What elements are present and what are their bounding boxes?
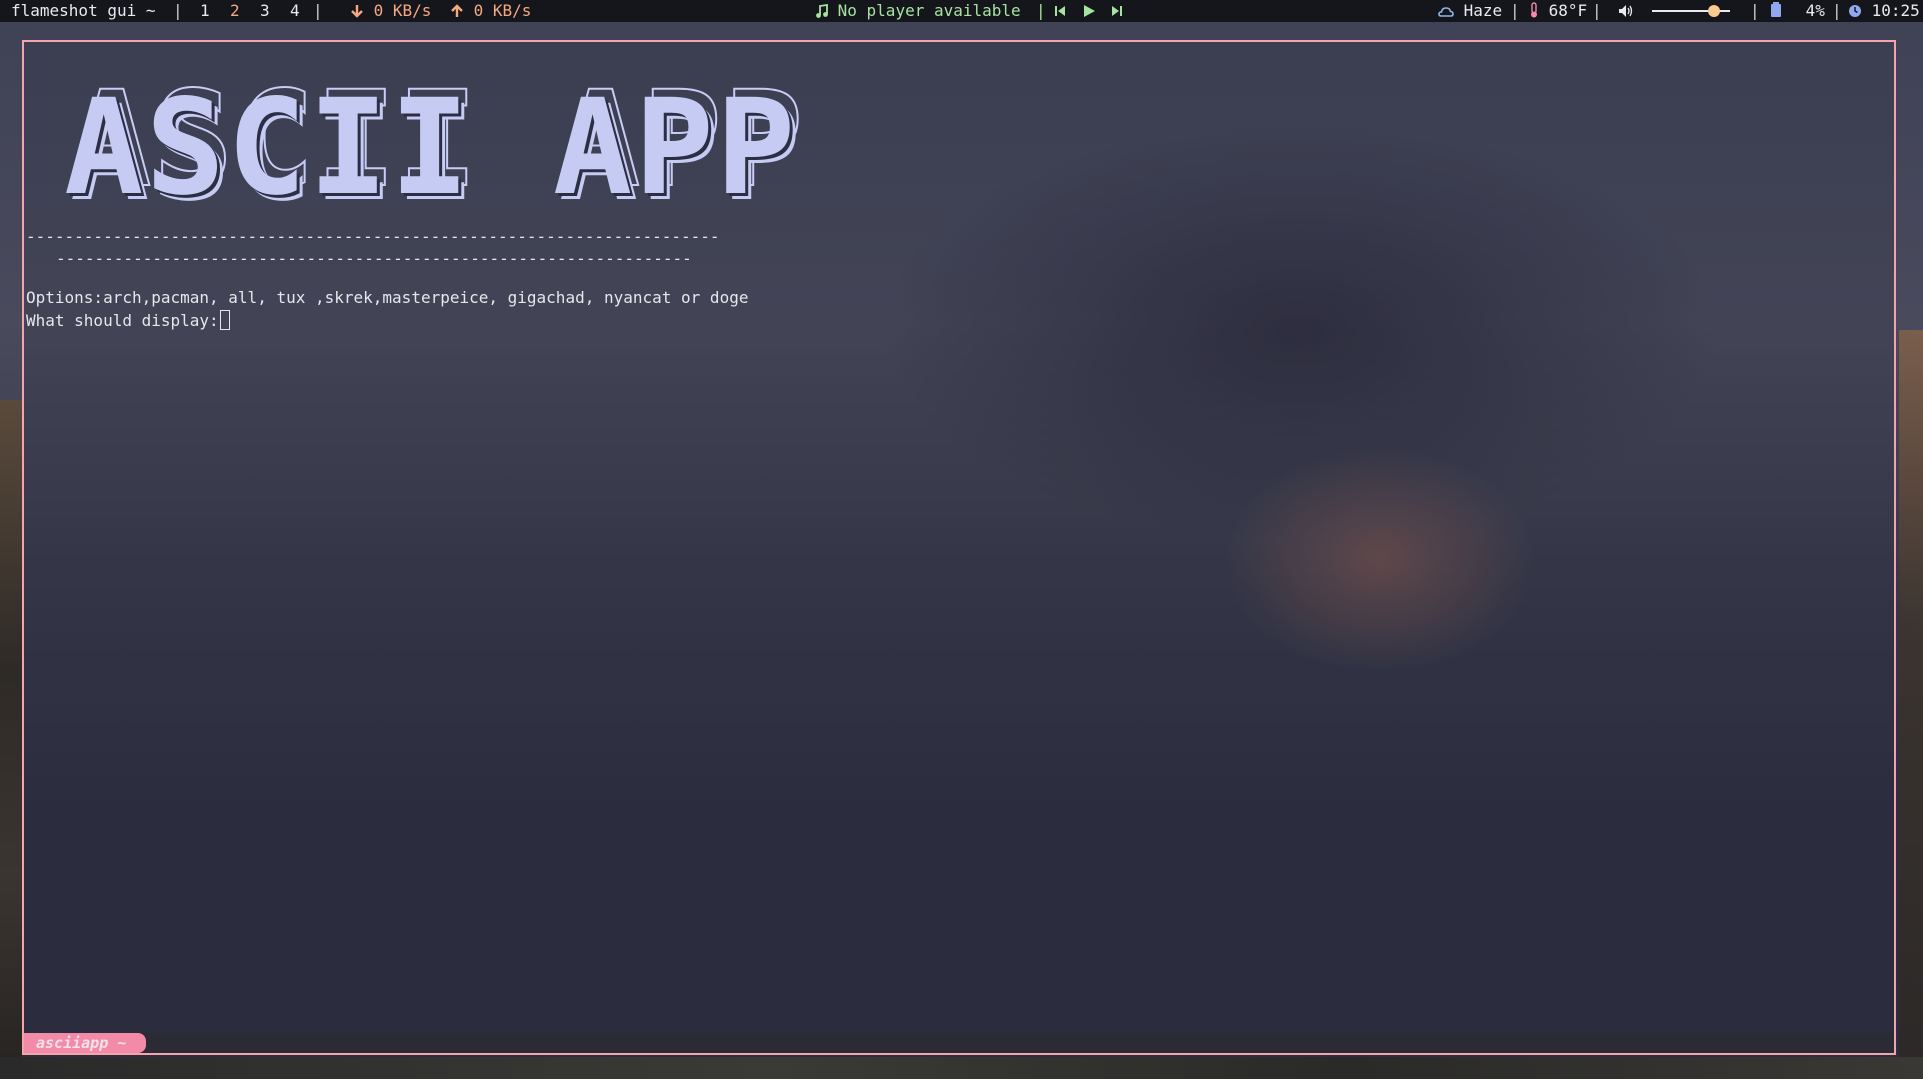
dash-line-2: ----------------------------------------… <box>56 249 692 268</box>
text-cursor[interactable] <box>219 310 230 330</box>
prompt-line[interactable]: What should display: <box>26 310 230 331</box>
media-status: No player available <box>815 0 1021 22</box>
download-rate: 0 KB/s <box>350 0 431 22</box>
window-title: flameshot gui ~ <box>11 1 156 20</box>
tmux-status-line: asciiapp ~ <box>24 1033 1894 1053</box>
clock-text: 10:25 <box>1871 1 1920 20</box>
separator: | <box>1510 1 1520 20</box>
desktop-wallpaper-left <box>0 400 22 1079</box>
terminal-window[interactable]: ASCII APP ASCII APP --------------------… <box>22 40 1896 1055</box>
cloud-icon <box>1438 7 1454 17</box>
play-icon[interactable] <box>1082 4 1096 18</box>
workspace-1[interactable]: 1 <box>200 0 210 22</box>
download-value: 0 KB/s <box>373 1 432 20</box>
clock-icon <box>1849 5 1861 17</box>
speaker-icon <box>1619 5 1633 17</box>
separator: | <box>1036 1 1046 20</box>
desktop-wallpaper-right <box>1899 330 1923 1079</box>
workspace-2[interactable]: 2 <box>230 0 240 22</box>
battery: 4% <box>1770 0 1825 22</box>
workspace-4[interactable]: 4 <box>290 0 300 22</box>
temperature: 68°F <box>1529 0 1587 22</box>
workspace-3[interactable]: 3 <box>260 0 270 22</box>
skip-back-icon[interactable] <box>1054 4 1066 18</box>
thermometer-icon <box>1531 2 1537 18</box>
battery-text: 4% <box>1805 1 1825 20</box>
separator: | <box>1750 1 1760 20</box>
clock: 10:25 <box>1848 0 1920 22</box>
ascii-art-title: ASCII APP ASCII APP <box>64 71 804 225</box>
arrow-up-icon <box>451 4 463 17</box>
desktop-wallpaper-bottom <box>0 1057 1923 1079</box>
volume-slider-knob[interactable] <box>1708 5 1721 17</box>
session-tab[interactable]: asciiapp ~ <box>24 1033 147 1053</box>
separator: | <box>1832 1 1842 20</box>
temperature-text: 68°F <box>1548 1 1588 20</box>
status-bar: flameshot gui ~ | 1 2 3 4 | 0 KB/s 0 KB/… <box>0 0 1923 22</box>
volume[interactable] <box>1618 0 1730 22</box>
weather-text: Haze <box>1463 1 1503 20</box>
prompt-text: What should display: <box>26 311 219 330</box>
arrow-down-icon <box>351 5 363 18</box>
separator: | <box>173 1 183 20</box>
separator: | <box>1592 1 1602 20</box>
upload-value: 0 KB/s <box>473 1 532 20</box>
dash-line-1: ----------------------------------------… <box>26 227 720 246</box>
ascii-art-fill: ASCII APP <box>64 71 798 225</box>
media-text: No player available <box>837 1 1021 20</box>
weather: Haze <box>1438 0 1502 22</box>
separator: | <box>313 1 323 20</box>
upload-rate: 0 KB/s <box>450 0 531 22</box>
music-note-icon <box>816 4 828 18</box>
battery-icon <box>1771 2 1781 17</box>
media-controls <box>1054 0 1123 22</box>
volume-slider[interactable] <box>1651 5 1730 17</box>
skip-forward-icon[interactable] <box>1111 4 1123 18</box>
options-line: Options:arch,pacman, all, tux ,skrek,mas… <box>26 288 749 307</box>
